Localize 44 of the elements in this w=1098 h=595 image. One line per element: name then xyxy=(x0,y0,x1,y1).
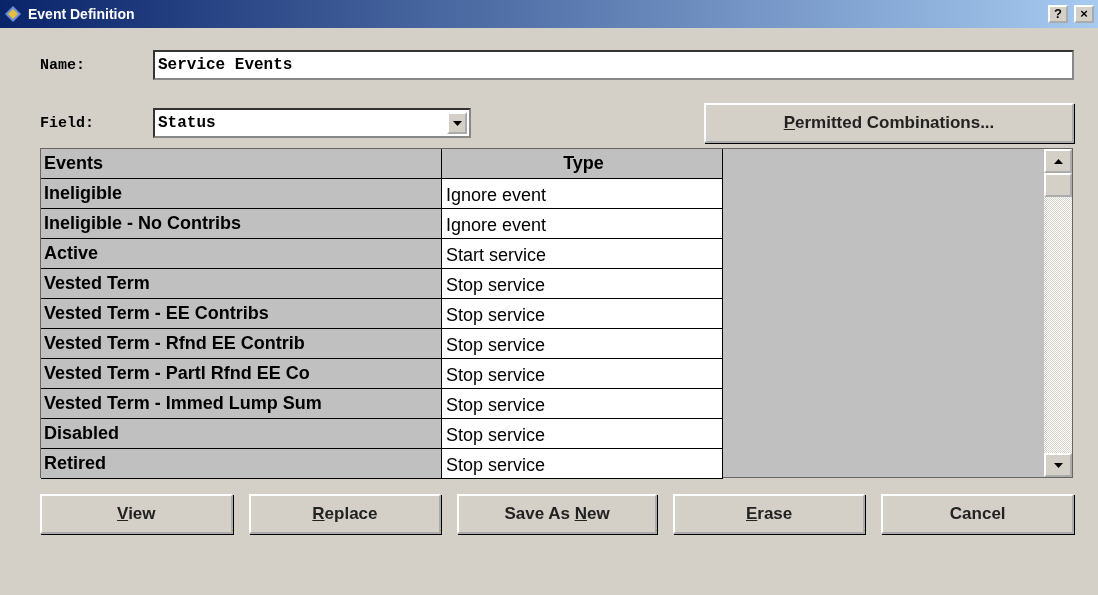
up-arrow-icon xyxy=(1053,158,1063,164)
type-cell[interactable]: Ignore event xyxy=(442,179,723,209)
event-cell: Vested Term - Partl Rfnd EE Co xyxy=(41,359,442,389)
app-icon xyxy=(4,5,22,23)
down-arrow-icon xyxy=(1053,462,1063,468)
event-cell: Vested Term xyxy=(41,269,442,299)
name-label: Name: xyxy=(40,56,86,74)
dialog-button[interactable]: View xyxy=(40,494,233,534)
scroll-thumb[interactable] xyxy=(1044,173,1072,197)
permitted-combinations-button[interactable]: Permitted Combinations... xyxy=(704,103,1074,143)
type-cell[interactable]: Stop service xyxy=(442,299,723,329)
dropdown-button[interactable] xyxy=(447,112,467,134)
field-label: Field: xyxy=(40,114,95,132)
scroll-up-button[interactable] xyxy=(1044,149,1072,173)
scroll-down-button[interactable] xyxy=(1044,453,1072,477)
type-cell[interactable]: Stop service xyxy=(442,359,723,389)
event-cell: Vested Term - Rfnd EE Contrib xyxy=(41,329,442,359)
type-cell[interactable]: Stop service xyxy=(442,329,723,359)
dialog-button[interactable]: Erase xyxy=(672,494,866,534)
type-cell[interactable]: Stop service xyxy=(442,449,723,479)
name-field[interactable]: Service Events xyxy=(153,50,1074,80)
event-cell: Vested Term - Immed Lump Sum xyxy=(41,389,442,419)
column-header: Events xyxy=(41,149,442,179)
event-cell: Disabled xyxy=(41,419,442,449)
field-dropdown[interactable]: Status xyxy=(153,108,471,138)
column-header: Type xyxy=(442,149,723,179)
type-cell[interactable]: Stop service xyxy=(442,419,723,449)
window-title: Event Definition xyxy=(28,6,136,22)
event-cell: Ineligible xyxy=(41,179,442,209)
scroll-bar[interactable] xyxy=(1044,149,1072,477)
type-cell[interactable]: Ignore event xyxy=(442,209,723,239)
event-cell: Active xyxy=(41,239,442,269)
event-cell: Vested Term - EE Contribs xyxy=(41,299,442,329)
dialog-button[interactable]: Cancel xyxy=(881,494,1075,534)
dialog-button[interactable]: Save As New xyxy=(457,494,657,534)
type-cell[interactable]: Stop service xyxy=(442,269,723,299)
type-cell[interactable]: Start service xyxy=(442,239,723,269)
help-button[interactable]: ? xyxy=(1048,5,1068,23)
dialog-button[interactable]: Replace xyxy=(248,494,442,534)
event-cell: Ineligible - No Contribs xyxy=(41,209,442,239)
close-button[interactable]: × xyxy=(1074,5,1094,23)
type-cell[interactable]: Stop service xyxy=(442,389,723,419)
down-arrow-icon xyxy=(452,120,462,126)
event-cell: Retired xyxy=(41,449,442,479)
